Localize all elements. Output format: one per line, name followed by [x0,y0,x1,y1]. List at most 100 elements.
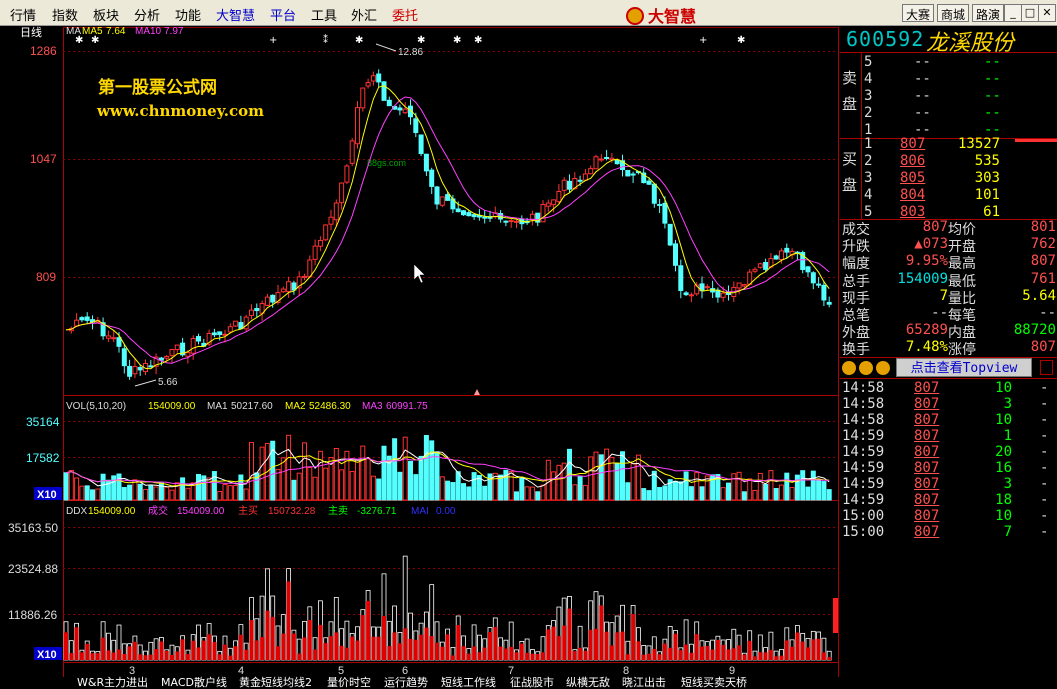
candle [556,190,562,203]
candle [328,216,334,225]
info-marker-icon[interactable]: ✱ [453,35,461,46]
candle [551,199,557,206]
stat-label: 涨停 [948,342,976,359]
tick-dash: - [1040,412,1049,428]
tab-yunxing[interactable]: 运行趋势 [384,677,428,689]
tick-time: 14:59 [842,476,885,492]
circle-icon[interactable] [842,361,856,375]
bid-volume: 101 [974,187,1000,203]
ask-row: 4 -- -- [840,71,1057,88]
tab-huangjin[interactable]: 黄金短线均线2 [239,677,312,689]
info-marker-icon[interactable]: ⁑ [323,33,328,46]
tick-row: 15:00 807 10 - [840,508,1057,525]
ddx-buy-bar [477,652,482,660]
tick-volume: 10 [995,380,1012,396]
info-marker-icon[interactable]: ✱ [355,35,363,46]
ddx-buy-bar [535,654,540,660]
candle [678,265,684,292]
info-marker-icon[interactable]: ✱ [474,35,482,46]
tab-wr[interactable]: W&R [77,677,104,689]
bid-price: 803 [900,204,926,220]
vol-legend: VOL(5,10,20) 154009.00 MA1 50217.60 MA2 … [66,401,428,412]
ddx-buy-bar [344,647,349,660]
volume-bar [757,472,763,501]
ddx-buy-bar [652,648,657,660]
volume-bar [286,434,292,501]
volume-bar [763,484,769,501]
tick-dash: - [1040,444,1049,460]
candle [561,179,567,191]
volume-bar [249,441,254,501]
circle-icon[interactable] [876,361,890,375]
tick-volume: 20 [995,444,1012,460]
candle [593,156,599,170]
volume-bar [768,470,774,501]
volume-bar [185,487,191,501]
volume-bar [79,485,85,501]
volume-bar [678,481,684,501]
topview-button[interactable]: 点击查看Topview [896,358,1032,377]
volume-bar [445,480,451,501]
ddx-buy-bar [636,641,641,660]
tab-sanhu[interactable]: 散户线 [194,677,227,689]
ddx-buy-bar [323,643,328,660]
panel-toggle-icon[interactable] [1040,360,1053,375]
tab-zhengzhan[interactable]: 征战股市 [510,677,554,689]
volume-bars [63,434,832,501]
volume-bar [630,463,636,501]
ma10-line [65,96,830,364]
tick-row: 14:58 807 10 - [840,412,1057,429]
volume-bar [794,474,800,501]
vol-ma3-label: MA3 [362,401,383,412]
volume-bar [434,451,440,501]
stat-row: 幅度 9.95% 最高 807 [840,253,1057,272]
ask-price: -- [914,54,931,70]
info-marker-icon[interactable]: + [699,35,707,46]
ddx-buy-bar [371,636,376,660]
stat-row: 总笔 -- 每笔 -- [840,305,1057,324]
ddx-buy-bar [620,631,625,660]
ddx-buy-bar [583,650,588,660]
info-marker-icon[interactable]: ✱ [417,35,425,46]
ddx-buy-bar [811,639,816,660]
candle [667,223,673,246]
tab-tianqiao[interactable]: 短线买卖天桥 [681,677,747,689]
info-marker-icon[interactable]: ✱ [737,35,745,46]
tab-macd[interactable]: MACD [161,677,194,689]
watermark-small: 88gs.com [367,158,406,168]
info-marker-icon[interactable]: ✱ [91,35,99,46]
candle [646,180,652,185]
tick-dash: - [1040,492,1049,508]
candle [736,282,742,289]
ask-level-num: 5 [864,54,873,70]
ddx-buy-bar [816,638,821,660]
tick-time: 14:58 [842,412,885,428]
info-marker-icon[interactable]: + [269,35,277,46]
circle-icon[interactable] [859,361,873,375]
volume-bar [392,438,398,501]
tick-price: 807 [914,476,940,492]
volume-bar [588,456,594,501]
ask-level-num: 2 [864,105,873,121]
bid-price: 806 [900,153,926,169]
candle [625,169,631,177]
candle [264,296,270,306]
candle [773,255,779,260]
tab-liangjia[interactable]: 量价时空 [327,677,371,689]
volume-bar [439,476,445,501]
candle [429,169,435,187]
tab-xiaojiang[interactable]: 晓江出击 [622,677,666,689]
ddx-buy-bar [79,652,84,660]
ddx-buy-bar [806,647,810,660]
candle [582,173,588,181]
candle [355,107,360,145]
tab-zhuli[interactable]: 主力进出 [104,677,148,689]
ddx-buy-bar [821,652,826,660]
tick-time: 14:59 [842,444,885,460]
tab-zongheng[interactable]: 纵横无敌 [566,677,610,689]
ddx-buy-bar [668,647,673,660]
volume-bar [572,484,578,501]
tab-duanxian[interactable]: 短线工作线 [441,677,496,689]
tick-price: 807 [914,508,940,524]
info-marker-icon[interactable]: ✱ [75,35,83,46]
